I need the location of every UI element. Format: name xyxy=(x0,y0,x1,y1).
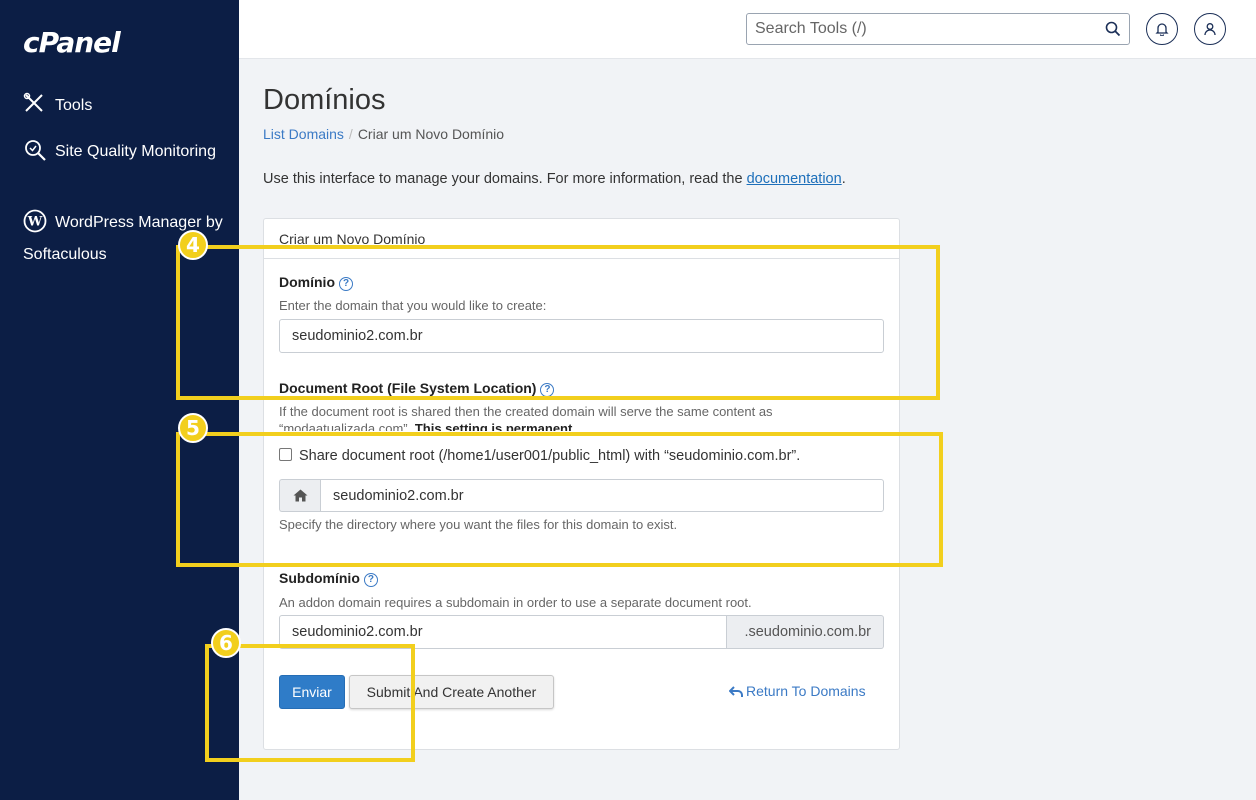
top-header xyxy=(239,0,1256,59)
highlight-box-4 xyxy=(176,245,940,400)
subdomain-hint: An addon domain requires a subdomain in … xyxy=(279,595,752,610)
back-arrow-icon xyxy=(728,686,743,697)
subdomain-label-text: Subdomínio xyxy=(279,570,360,586)
sidebar: cPanel Tools Site Quality Monitoring W W… xyxy=(0,0,239,800)
wordpress-icon: W xyxy=(23,209,47,233)
intro-text: Use this interface to manage your domain… xyxy=(263,171,846,187)
subdomain-suffix: .seudominio.com.br xyxy=(727,615,884,649)
annotation-badge-6: 6 xyxy=(211,628,241,658)
magnifier-icon xyxy=(23,138,47,162)
documentation-link[interactable]: documentation xyxy=(747,171,842,187)
subdomain-label: Subdomínio? xyxy=(279,570,378,587)
annotation-badge-5: 5 xyxy=(178,413,208,443)
breadcrumb-separator: / xyxy=(348,126,353,142)
breadcrumb-current: Criar um Novo Domínio xyxy=(357,126,505,142)
intro-text-body: Use this interface to manage your domain… xyxy=(263,171,747,187)
svg-text:W: W xyxy=(27,214,43,229)
notifications-button[interactable] xyxy=(1146,13,1178,45)
breadcrumb-list-domains[interactable]: List Domains xyxy=(263,126,344,142)
breadcrumb: List Domains / Criar um Novo Domínio xyxy=(263,126,504,142)
docroot-hint-domain: “modaatualizada.com”. xyxy=(279,421,415,431)
intro-text-end: . xyxy=(841,171,846,187)
return-to-domains-link[interactable]: Return To Domains xyxy=(728,683,866,699)
search-box[interactable] xyxy=(746,13,1130,45)
sidebar-item-tools[interactable]: Tools xyxy=(23,91,223,121)
search-icon[interactable] xyxy=(1105,21,1121,37)
sidebar-item-label: Tools xyxy=(55,97,93,114)
cpanel-logo[interactable]: cPanel xyxy=(23,26,121,59)
highlight-box-5 xyxy=(176,432,943,567)
sidebar-item-site-quality[interactable]: Site Quality Monitoring xyxy=(23,137,223,167)
return-to-domains-label[interactable]: Return To Domains xyxy=(746,683,866,699)
bell-icon xyxy=(1155,23,1169,36)
docroot-hint-permanent: This setting is permanent. xyxy=(414,421,576,431)
highlight-box-6 xyxy=(205,644,415,762)
help-icon[interactable]: ? xyxy=(363,573,378,587)
tools-icon xyxy=(23,92,47,116)
user-icon xyxy=(1204,23,1216,36)
docroot-hint: If the document root is shared then the … xyxy=(279,404,773,419)
user-menu-button[interactable] xyxy=(1194,13,1226,45)
annotation-badge-4: 4 xyxy=(178,230,208,260)
sidebar-item-label: Site Quality Monitoring xyxy=(55,143,216,160)
search-input[interactable] xyxy=(747,14,1087,44)
docroot-hint-line2: “modaatualizada.com”. This setting is pe… xyxy=(279,421,576,431)
page-title: Domínios xyxy=(263,84,386,116)
